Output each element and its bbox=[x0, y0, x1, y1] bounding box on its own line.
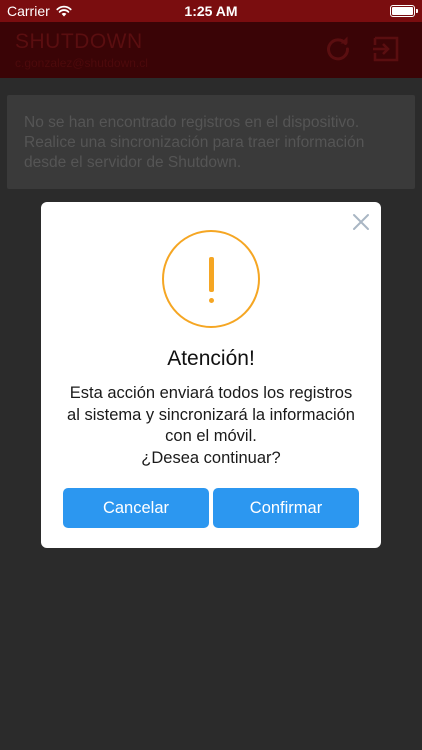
status-time: 1:25 AM bbox=[184, 3, 238, 19]
logout-icon[interactable] bbox=[371, 34, 401, 64]
warning-exclamation-dot bbox=[209, 298, 214, 303]
status-bar: Carrier 1:25 AM bbox=[0, 0, 422, 22]
close-icon[interactable] bbox=[351, 212, 371, 232]
dialog-title: Atención! bbox=[167, 347, 255, 370]
dialog-message-line: ¿Desea continuar? bbox=[141, 448, 281, 467]
dialog-message-line: al sistema y sincronizará la información bbox=[67, 405, 355, 424]
confirmation-dialog: Atención! Esta acción enviará todos los … bbox=[41, 202, 381, 548]
empty-state-message: No se han encontrado registros en el dis… bbox=[24, 114, 365, 171]
dialog-message-line: Esta acción enviará todos los registros bbox=[69, 384, 353, 402]
warning-icon bbox=[162, 230, 260, 328]
app-title: SHUTDOWN bbox=[15, 30, 143, 53]
battery-icon bbox=[390, 5, 418, 17]
cancel-button[interactable]: Cancelar bbox=[63, 488, 209, 528]
confirm-button[interactable]: Confirmar bbox=[213, 488, 359, 528]
battery-tip bbox=[416, 9, 418, 13]
refresh-icon[interactable] bbox=[323, 34, 353, 64]
dialog-message: Esta acción enviará todos los registros … bbox=[57, 383, 365, 469]
battery-level bbox=[392, 7, 413, 15]
app-header: SHUTDOWN c.gonzalez@shutdown.cl bbox=[0, 22, 422, 78]
user-email: c.gonzalez@shutdown.cl bbox=[15, 56, 148, 70]
empty-state-card: No se han encontrado registros en el dis… bbox=[7, 95, 415, 189]
warning-exclamation-bar bbox=[209, 257, 214, 292]
dialog-message-line: con el móvil. bbox=[165, 427, 257, 445]
